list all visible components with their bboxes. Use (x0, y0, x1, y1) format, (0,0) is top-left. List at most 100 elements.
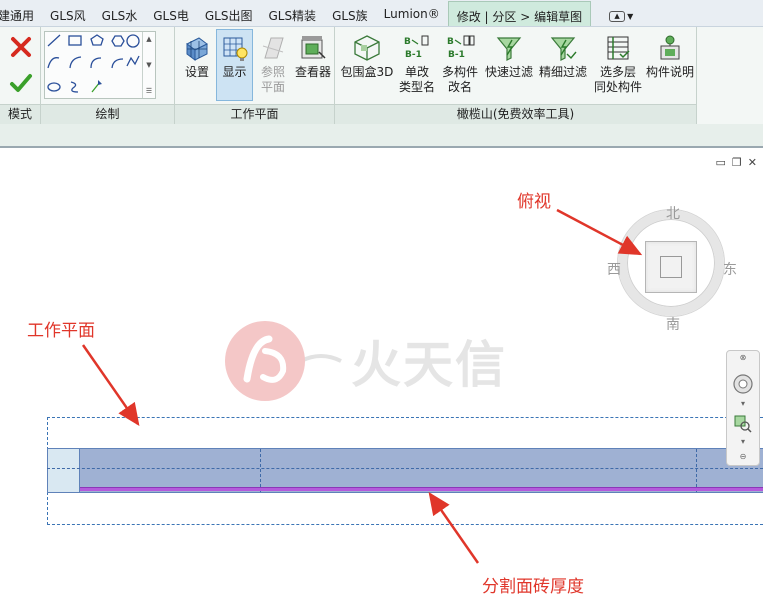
navigation-bar: ⊗ ▾ ▾ ⊖ (726, 350, 760, 466)
dropdown-arrow-icon: ▼ (627, 11, 634, 21)
arc-start-end-icon (47, 57, 60, 69)
bounding-box-3d-icon (352, 33, 382, 63)
floor-centerline (47, 468, 763, 469)
gls-tools-group-label: 橄榄山(免费效率工具) (335, 104, 696, 124)
close-icon[interactable]: ✕ (748, 156, 757, 169)
zoom-dropdown-icon[interactable]: ▾ (727, 437, 759, 446)
floor-section-end[interactable] (47, 448, 80, 493)
viewcube-face-mark (660, 256, 682, 278)
fillet-arc-icon (111, 58, 124, 69)
annotation-work-plane: 工作平面 (27, 321, 95, 341)
tab-gls-drawing[interactable]: GLS出图 (197, 1, 261, 26)
cancel-x-icon (11, 37, 31, 57)
arc-center-icon (69, 56, 82, 69)
tab-general[interactable]: 建通用 (0, 1, 42, 26)
svg-text:B-1: B-1 (448, 50, 465, 60)
line-tool-icon (47, 34, 61, 47)
mode-group: 模式 (0, 27, 41, 124)
scroll-down-icon[interactable]: ▼ (146, 61, 151, 69)
mode-group-label: 模式 (0, 104, 40, 124)
draw-group: ▲ ▼ ☰ 绘制 (41, 27, 175, 124)
quick-filter-icon (494, 33, 524, 63)
rename-type-icon: B B-1 (402, 33, 432, 63)
finish-edit-button[interactable] (8, 71, 34, 95)
set-workplane-icon (182, 33, 212, 63)
component-description-icon (655, 33, 685, 63)
partial-ellipse-icon (70, 81, 79, 93)
watermark: 火天信 (225, 318, 545, 403)
gallery-expand-icon[interactable]: ☰ (146, 87, 152, 95)
draw-group-label: 绘制 (41, 104, 174, 124)
compass-east-label[interactable]: 东 (721, 259, 739, 279)
ribbon-tab-bar: 建通用 GLS风 GLS水 GLS电 GLS出图 GLS精装 GLS族 Lumi… (0, 0, 763, 27)
tab-modify-edit-sketch[interactable]: 修改 | 分区 > 编辑草图 (447, 1, 592, 26)
compass-south-label[interactable]: 南 (664, 314, 682, 334)
gls-tools-group: 包围盒3D B B-1 单改 类型名 B B-1 多构件 改名 快速过滤 精细过… (335, 27, 697, 124)
rectangle-tool-icon (68, 35, 82, 46)
zoom-region-icon[interactable] (727, 413, 759, 435)
watermark-text: 火天信 (351, 335, 507, 394)
tile-thickness-line[interactable] (80, 487, 763, 491)
navbar-options-icon[interactable]: ⊖ (727, 452, 759, 461)
batch-rename-button[interactable]: B B-1 多构件 改名 (438, 33, 482, 95)
workplane-group: 设置 显示 参照 平面 查看器 工作平面 (175, 27, 335, 124)
draw-tools-icons (47, 34, 140, 93)
tab-gls-electric[interactable]: GLS电 (145, 1, 197, 26)
viewer-button[interactable]: 查看器 (292, 33, 334, 80)
finish-check-icon (10, 74, 32, 92)
fine-filter-button[interactable]: 精细过滤 (536, 33, 590, 80)
workplane-group-label: 工作平面 (175, 104, 334, 124)
watermark-swoosh-icon (300, 353, 342, 363)
tab-gls-hvac[interactable]: GLS风 (42, 1, 94, 26)
viewcube-top-face[interactable] (645, 241, 697, 293)
svg-text:B: B (404, 37, 411, 47)
revit-window: 建通用 GLS风 GLS水 GLS电 GLS出图 GLS精装 GLS族 Lumi… (0, 0, 763, 616)
set-workplane-button[interactable]: 设置 (179, 33, 215, 80)
annotation-top-view: 俯视 (517, 192, 551, 212)
cancel-edit-button[interactable] (8, 35, 34, 59)
show-workplane-icon (220, 33, 250, 63)
circle-tool-icon (126, 34, 140, 48)
svg-text:B: B (447, 37, 454, 47)
view-window-controls: ▭ ❐ ✕ (716, 156, 758, 169)
select-multi-level-icon (603, 33, 633, 63)
navbar-close-icon[interactable]: ⊗ (727, 353, 759, 362)
draw-gallery-scroll[interactable]: ▲ ▼ ☰ (142, 32, 155, 98)
ribbon-divider-strip (0, 124, 763, 148)
minimize-icon[interactable]: ▭ (716, 156, 726, 169)
quick-filter-button[interactable]: 快速过滤 (482, 33, 536, 80)
tangent-arc-icon (90, 57, 102, 69)
ribbon-display-toggle[interactable]: ▲ ▼ (609, 1, 633, 26)
panel-toggle-icon: ▲ (609, 10, 626, 22)
ellipse-tool-icon (47, 82, 61, 92)
select-multi-level-button[interactable]: 选多层 同处构件 (590, 33, 646, 95)
spline-tool-icon (126, 55, 140, 67)
polygon-tool-icon (90, 34, 104, 46)
ribbon-panel: 模式 ▲ ▼ ☰ 绘制 设置 显示 参照 平面 查看器 工作平面 包围盒3D B… (0, 27, 763, 124)
wheel-dropdown-icon[interactable]: ▾ (727, 399, 759, 408)
svg-text:B-1: B-1 (405, 50, 422, 60)
floor-grid-line (260, 449, 261, 492)
annotation-tile-thickness: 分割面砖厚度 (482, 577, 584, 597)
viewer-icon (298, 33, 328, 63)
steering-wheel-icon[interactable] (727, 371, 759, 397)
reference-plane-button[interactable]: 参照 平面 (254, 33, 292, 95)
draw-tools-gallery: ▲ ▼ ☰ (44, 31, 156, 99)
component-description-button[interactable]: 构件说明 (643, 33, 697, 80)
scroll-up-icon[interactable]: ▲ (146, 35, 151, 43)
rename-type-button[interactable]: B B-1 单改 类型名 (397, 33, 437, 95)
restore-icon[interactable]: ❐ (732, 156, 742, 169)
tab-gls-water[interactable]: GLS水 (94, 1, 146, 26)
floor-grid-line (696, 449, 697, 492)
tab-gls-family[interactable]: GLS族 (324, 1, 376, 26)
reference-plane-icon (258, 33, 288, 63)
watermark-logo-icon (225, 320, 305, 401)
show-workplane-button[interactable]: 显示 (216, 29, 253, 101)
compass-west-label[interactable]: 西 (605, 259, 623, 279)
batch-rename-icon: B B-1 (445, 33, 475, 63)
bounding-box-3d-button[interactable]: 包围盒3D (337, 33, 397, 80)
circumscribed-polygon-icon (111, 35, 125, 47)
compass-north-label[interactable]: 北 (664, 203, 682, 223)
tab-lumion[interactable]: Lumion® (376, 1, 448, 26)
tab-gls-finishing[interactable]: GLS精装 (260, 1, 324, 26)
